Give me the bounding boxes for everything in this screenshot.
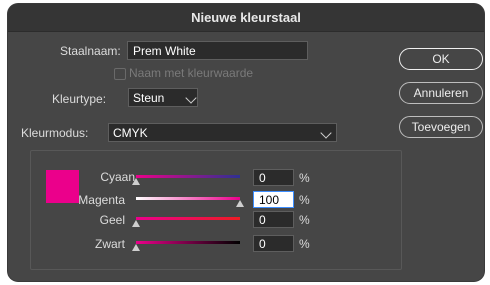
swatch-name-input[interactable]: Prem White bbox=[127, 41, 308, 60]
ok-button[interactable]: OK bbox=[399, 48, 483, 70]
black-slider-thumb[interactable] bbox=[132, 244, 140, 251]
color-mode-label: Kleurmodus: bbox=[21, 126, 89, 140]
dialog-title: Nieuwe kleurstaal bbox=[191, 10, 301, 25]
yellow-value-input[interactable]: 0 bbox=[253, 211, 294, 228]
color-type-label: Kleurtype: bbox=[52, 92, 107, 106]
yellow-slider-thumb[interactable] bbox=[132, 220, 140, 227]
chevron-down-icon bbox=[185, 92, 197, 104]
color-type-dropdown[interactable]: Steun bbox=[128, 88, 198, 107]
black-percent-unit: % bbox=[299, 237, 310, 251]
yellow-label: Geel bbox=[99, 213, 125, 227]
swatch-name-label: Staalnaam: bbox=[60, 44, 121, 58]
chevron-down-icon bbox=[320, 127, 332, 139]
cyan-value-input[interactable]: 0 bbox=[253, 169, 294, 186]
color-type-value: Steun bbox=[133, 91, 165, 105]
name-with-color-value-checkbox[interactable] bbox=[114, 68, 126, 80]
color-mode-value: CMYK bbox=[113, 126, 148, 140]
cancel-button[interactable]: Annuleren bbox=[399, 82, 483, 104]
yellow-percent-unit: % bbox=[299, 213, 310, 227]
cyan-slider-track[interactable] bbox=[136, 175, 240, 178]
title-bar: Nieuwe kleurstaal bbox=[8, 4, 484, 32]
black-value-input[interactable]: 0 bbox=[253, 235, 294, 252]
magenta-slider-thumb[interactable] bbox=[236, 200, 244, 207]
cyan-slider-thumb[interactable] bbox=[132, 178, 140, 185]
black-label: Zwart bbox=[95, 237, 125, 251]
name-with-color-value-label: Naam met kleurwaarde bbox=[129, 66, 254, 80]
magenta-slider-track[interactable] bbox=[136, 197, 240, 200]
cyan-percent-unit: % bbox=[299, 171, 310, 185]
new-swatch-dialog: Nieuwe kleurstaal Staalnaam: Prem White … bbox=[8, 4, 484, 281]
add-button[interactable]: Toevoegen bbox=[399, 116, 483, 138]
magenta-value-input[interactable]: 100 bbox=[253, 191, 294, 208]
cyan-label: Cyaan bbox=[100, 170, 135, 184]
black-slider-track[interactable] bbox=[136, 241, 240, 244]
yellow-slider-track[interactable] bbox=[136, 217, 240, 220]
magenta-label: Magenta bbox=[78, 193, 125, 207]
color-mode-dropdown[interactable]: CMYK bbox=[108, 123, 337, 142]
magenta-percent-unit: % bbox=[299, 193, 310, 207]
color-panel bbox=[30, 150, 402, 270]
